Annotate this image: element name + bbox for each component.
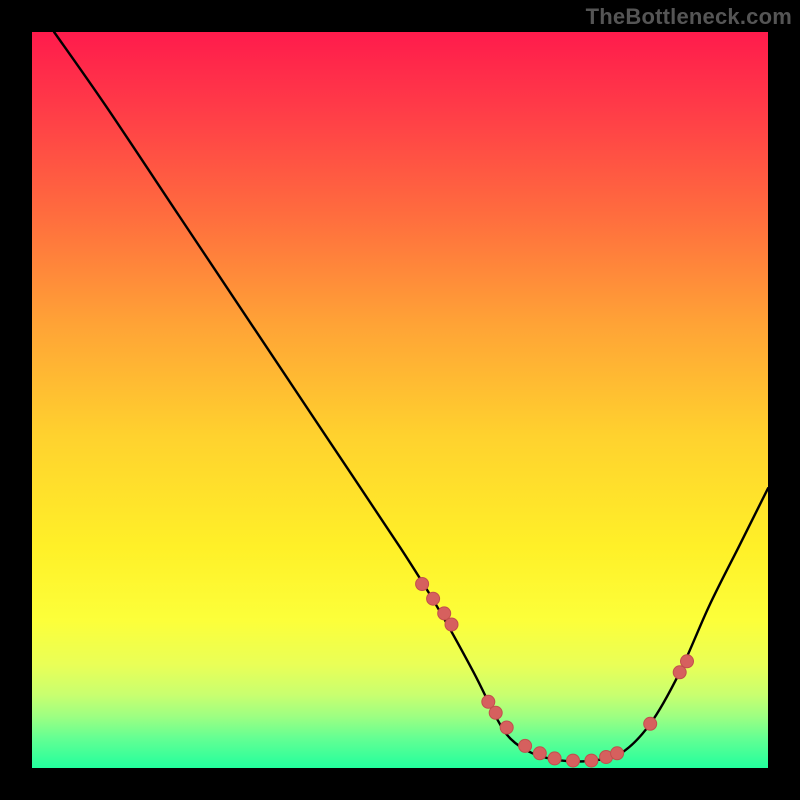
highlight-marker (644, 717, 657, 730)
highlight-marker (500, 721, 513, 734)
highlight-marker (585, 754, 598, 767)
highlight-marker (519, 739, 532, 752)
highlight-marker (673, 666, 686, 679)
highlight-marker (427, 592, 440, 605)
highlight-marker (489, 706, 502, 719)
highlight-marker (438, 607, 451, 620)
plot-overlay-svg (32, 32, 768, 768)
watermark-text: TheBottleneck.com (586, 4, 792, 30)
highlight-marker (482, 695, 495, 708)
highlight-marker (548, 752, 561, 765)
highlight-marker (681, 655, 694, 668)
highlight-marker (567, 754, 580, 767)
highlight-marker (533, 747, 546, 760)
highlight-marker (445, 618, 458, 631)
chart-root: TheBottleneck.com (0, 0, 800, 800)
bottleneck-curve (54, 32, 768, 762)
highlight-marker (611, 747, 624, 760)
highlight-marker (416, 578, 429, 591)
highlight-markers-group (416, 578, 694, 768)
